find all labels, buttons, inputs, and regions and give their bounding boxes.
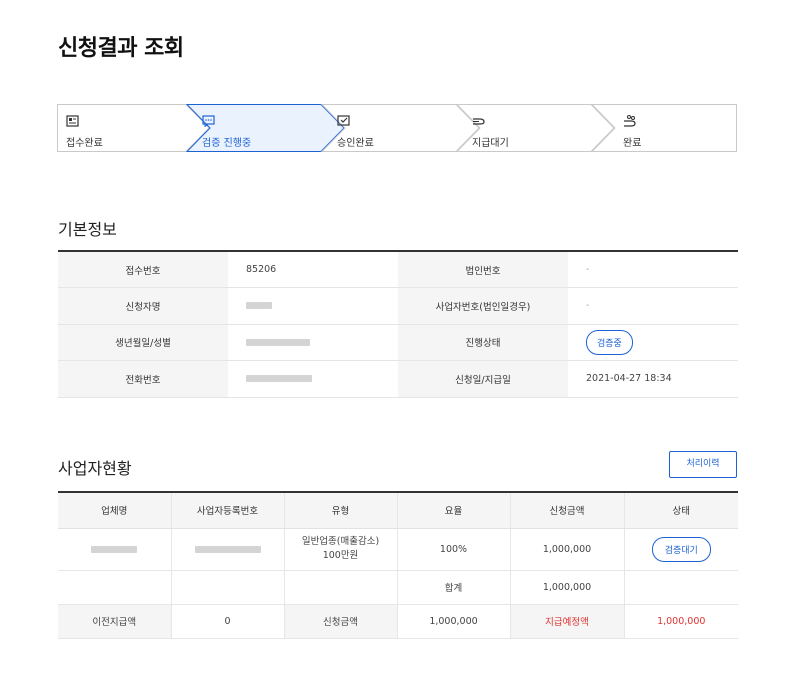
redacted-text	[91, 545, 138, 553]
receipt-no-label: 접수번호	[58, 251, 228, 288]
redacted-text	[246, 338, 310, 346]
step-payment-pending: 지급대기	[472, 104, 602, 152]
progress-status-label: 진행상태	[398, 324, 568, 361]
type-line1: 일반업종(매출감소)	[301, 536, 380, 547]
applicant-name-label: 신청자명	[58, 287, 228, 325]
phone-value	[228, 360, 398, 398]
total-amount: 1,000,000	[509, 570, 624, 605]
check-mail-icon	[337, 115, 350, 126]
prev-paid-value: 0	[170, 604, 284, 639]
apply-pay-date-label: 신청일/지급일	[398, 360, 568, 398]
birthdate-gender-value	[228, 324, 398, 361]
type-line2: 100만원	[322, 550, 359, 561]
document-icon	[66, 115, 79, 127]
amount-cell: 1,000,000	[509, 528, 624, 571]
step-label: 승인완료	[337, 138, 374, 149]
summary-row: 이전지급액 0 신청금액 1,000,000 지급예정액 1,000,000	[58, 604, 738, 639]
step-label: 검증 진행중	[202, 138, 252, 149]
business-status-title: 사업자현황	[58, 459, 132, 478]
status-badge: 검증대기	[651, 536, 711, 562]
progress-status-value: 검증중	[568, 324, 738, 361]
birthdate-gender-label: 생년월일/성별	[58, 324, 228, 361]
rate-cell: 100%	[396, 528, 510, 571]
prev-paid-label: 이전지급액	[58, 604, 171, 639]
company-cell	[58, 528, 171, 571]
chat-icon	[202, 115, 215, 127]
redacted-text	[194, 545, 261, 553]
step-complete: 완료	[623, 104, 753, 152]
table-row: 일반업종(매출감소) 100만원 100% 1,000,000 검증대기	[58, 528, 738, 571]
type-cell: 일반업종(매출감소) 100만원	[283, 528, 397, 571]
table-header-row: 업체명 사업자등록번호 유형 요율 신청금액 상태	[58, 492, 738, 529]
business-no-label: 사업자번호(법인일경우)	[398, 287, 568, 325]
info-row: 생년월일/성별 진행상태 검증중	[58, 324, 738, 361]
requested-amount-label: 신청금액	[283, 604, 397, 639]
col-reg-no: 사업자등록번호	[170, 492, 284, 529]
requested-amount-value: 1,000,000	[396, 604, 510, 639]
col-company: 업체명	[58, 492, 171, 529]
business-table: 업체명 사업자등록번호 유형 요율 신청금액 상태 일반업종(매출감소) 100…	[58, 491, 738, 639]
expected-payment-value: 1,000,000	[623, 604, 738, 639]
col-status: 상태	[623, 492, 738, 529]
applicant-name-value	[228, 287, 398, 325]
step-received: 접수완료	[66, 104, 196, 152]
col-rate: 요율	[396, 492, 510, 529]
hand-icon	[473, 118, 485, 125]
corp-no-value: -	[568, 251, 738, 288]
expected-payment-label: 지급예정액	[509, 604, 624, 639]
basic-info-title: 기본정보	[58, 220, 117, 239]
apply-pay-date-value: 2021-04-27 18:34	[568, 360, 738, 398]
phone-label: 전화번호	[58, 360, 228, 398]
info-row: 접수번호 85206 법인번호 -	[58, 251, 738, 288]
receipt-no-value: 85206	[228, 251, 398, 288]
page-title: 신청결과 조회	[58, 36, 184, 61]
step-label: 지급대기	[472, 138, 509, 149]
info-row: 전화번호 신청일/지급일 2021-04-27 18:34	[58, 360, 738, 398]
info-row: 신청자명 사업자번호(법인일경우) -	[58, 287, 738, 325]
step-label: 완료	[623, 138, 642, 149]
reg-no-cell	[170, 528, 284, 571]
business-no-value: -	[568, 287, 738, 325]
status-badge: 검증중	[586, 329, 633, 355]
progress-stepper: 접수완료 검증 진행중 승인완료 지급대기 완료	[57, 104, 737, 152]
total-row: 합계 1,000,000	[58, 570, 738, 605]
redacted-text	[246, 375, 312, 383]
status-cell: 검증대기	[623, 528, 738, 571]
redacted-text	[246, 302, 272, 310]
step-label: 접수완료	[66, 138, 103, 149]
coins-hand-icon	[624, 115, 636, 127]
process-history-button[interactable]: 처리이력	[669, 451, 737, 478]
col-type: 유형	[283, 492, 397, 529]
col-amount: 신청금액	[509, 492, 624, 529]
basic-info-table: 접수번호 85206 법인번호 - 신청자명 사업자번호(법인일경우) - 생년…	[58, 250, 738, 398]
step-approved: 승인완료	[337, 104, 467, 152]
total-label: 합계	[396, 570, 510, 605]
corp-no-label: 법인번호	[398, 251, 568, 288]
step-verifying: 검증 진행중	[202, 104, 332, 152]
